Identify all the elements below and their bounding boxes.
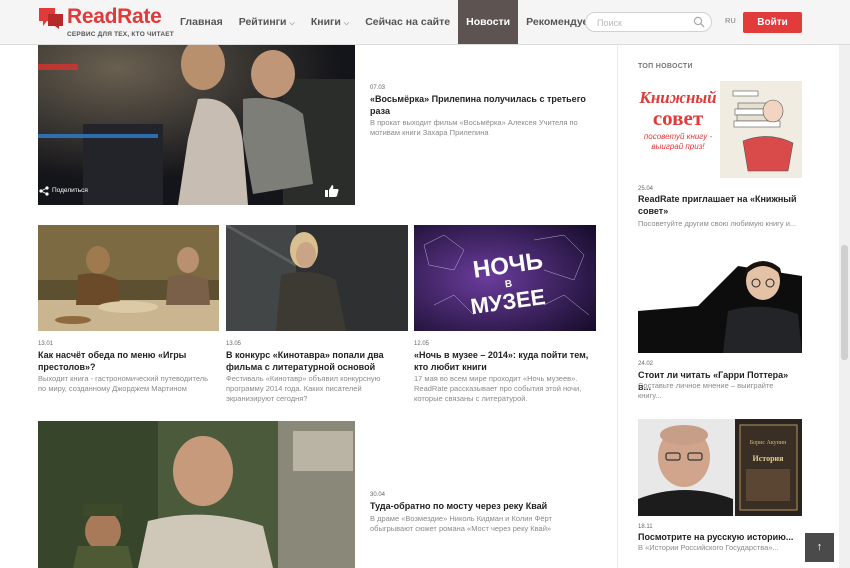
- svg-text:посоветуй книгу -: посоветуй книгу -: [644, 132, 713, 141]
- svg-text:совет: совет: [653, 106, 704, 130]
- news-date: 12.05: [414, 341, 430, 347]
- news-description: 17 мая во всем мире проходит «Ночь музее…: [414, 374, 582, 403]
- film-still-image: [38, 421, 355, 568]
- news-description: В «Истории Российского Государства»...: [638, 543, 779, 552]
- news-description: Выходит книга - гастрономический путевод…: [38, 374, 209, 393]
- search-input[interactable]: [595, 13, 694, 33]
- news-date: 25.04: [638, 186, 654, 192]
- news-title-link[interactable]: «Восьмёрка» Прилепина получилась с треть…: [370, 93, 595, 117]
- nav-item-news[interactable]: Новости: [458, 0, 519, 44]
- news-image[interactable]: [38, 225, 219, 331]
- nav-label: Сейчас на сайте: [365, 16, 451, 28]
- promo-title: Книжный: [638, 88, 716, 107]
- news-date: 24.02: [638, 361, 654, 367]
- news-date: 18.11: [638, 524, 653, 530]
- chevron-down-icon: ⌵: [289, 20, 295, 27]
- chevron-down-icon: ⌵: [343, 20, 350, 27]
- news-description: В прокат выходит фильм «Восьмёрка» Алекс…: [370, 118, 578, 137]
- language-switch[interactable]: RU: [725, 16, 736, 25]
- book-author: Борис Акунин: [750, 440, 787, 446]
- scroll-to-top-button[interactable]: ↑: [805, 533, 834, 562]
- actress-image: [226, 225, 408, 331]
- news-date: 30.04: [370, 492, 386, 498]
- news-description: Фестиваль «Кинотавр» объявил конкурсную …: [226, 374, 381, 403]
- arrow-up-icon: ↑: [816, 541, 823, 553]
- search-icon[interactable]: [693, 16, 705, 28]
- news-date: 13.01: [38, 341, 54, 347]
- main-nav: Главная Рейтинги ⌵ Книги ⌵ Сейчас на сайте…: [172, 0, 604, 44]
- news-description: В драме «Возмездие» Николь Кидман и Коли…: [370, 514, 552, 533]
- share-label[interactable]: Поделиться: [52, 187, 88, 194]
- feature-image[interactable]: [38, 44, 355, 205]
- news-title-link[interactable]: «Ночь в музее – 2014»: куда пойти тем, к…: [414, 349, 596, 373]
- news-description: Составьте личное мнение – выиграйте книг…: [638, 381, 774, 400]
- author-book-image: Борис Акунин История: [638, 419, 802, 516]
- top-news-heading: ТОП НОВОСТИ: [638, 63, 693, 70]
- scrollbar-thumb[interactable]: [841, 245, 848, 360]
- news-title-link[interactable]: Туда-обратно по мосту через реку Квай: [370, 500, 600, 512]
- harry-potter-image: [638, 256, 802, 353]
- news-date: 07.03: [370, 85, 386, 91]
- logo-icon: [39, 8, 63, 29]
- book-title: История: [753, 454, 785, 463]
- nav-label: Рейтинги: [238, 16, 287, 28]
- feature-image[interactable]: [38, 421, 355, 568]
- nav-label: Главная: [180, 16, 223, 28]
- sidebar-divider: [617, 44, 618, 568]
- logo[interactable]: ReadRate СЕРВИС ДЛЯ ТЕХ, КТО ЧИТАЕТ: [38, 5, 174, 40]
- svg-text:выиграй приз!: выиграй приз!: [651, 142, 705, 151]
- nav-label: Новости: [466, 16, 511, 28]
- search-box: [585, 12, 712, 33]
- logo-text: ReadRate: [67, 5, 162, 28]
- news-image[interactable]: НОЧЬ В МУЗЕЕ: [414, 225, 596, 331]
- nav-item-ratings[interactable]: Рейтинги ⌵: [231, 0, 303, 44]
- news-image[interactable]: [226, 225, 408, 331]
- login-button[interactable]: Войти: [743, 12, 802, 33]
- news-title-link[interactable]: Как насчёт обеда по меню «Игры престолов…: [38, 349, 218, 373]
- news-description: Посоветуйте другим свою любимую книгу и.…: [638, 219, 797, 228]
- news-title-link[interactable]: В конкурс «Кинотавра» попали два фильма …: [226, 349, 408, 373]
- feast-image: [38, 225, 219, 331]
- share-icon[interactable]: [39, 186, 49, 196]
- news-title-link[interactable]: Посмотрите на русскую историю...: [638, 531, 803, 543]
- nav-label: Книги: [310, 16, 341, 28]
- top-news-image[interactable]: Книжный совет посоветуй книгу - выиграй …: [638, 81, 802, 178]
- news-title-link[interactable]: ReadRate приглашает на «Книжный совет»: [638, 193, 803, 217]
- museum-night-poster: НОЧЬ В МУЗЕЕ: [414, 225, 596, 331]
- site-header: ReadRate СЕРВИС ДЛЯ ТЕХ, КТО ЧИТАЕТ Глав…: [0, 0, 850, 45]
- news-date: 13.05: [226, 341, 242, 347]
- film-still-image: [38, 44, 355, 205]
- top-news-image[interactable]: Борис Акунин История: [638, 419, 802, 516]
- nav-item-home[interactable]: Главная: [172, 0, 231, 44]
- top-news-image[interactable]: [638, 256, 802, 353]
- nav-item-books[interactable]: Книги ⌵: [303, 0, 357, 44]
- nav-item-online-now[interactable]: Сейчас на сайте: [357, 0, 458, 44]
- book-council-promo: Книжный совет посоветуй книгу - выиграй …: [638, 81, 802, 178]
- like-icon[interactable]: [324, 184, 340, 198]
- logo-tagline: СЕРВИС ДЛЯ ТЕХ, КТО ЧИТАЕТ: [67, 31, 174, 38]
